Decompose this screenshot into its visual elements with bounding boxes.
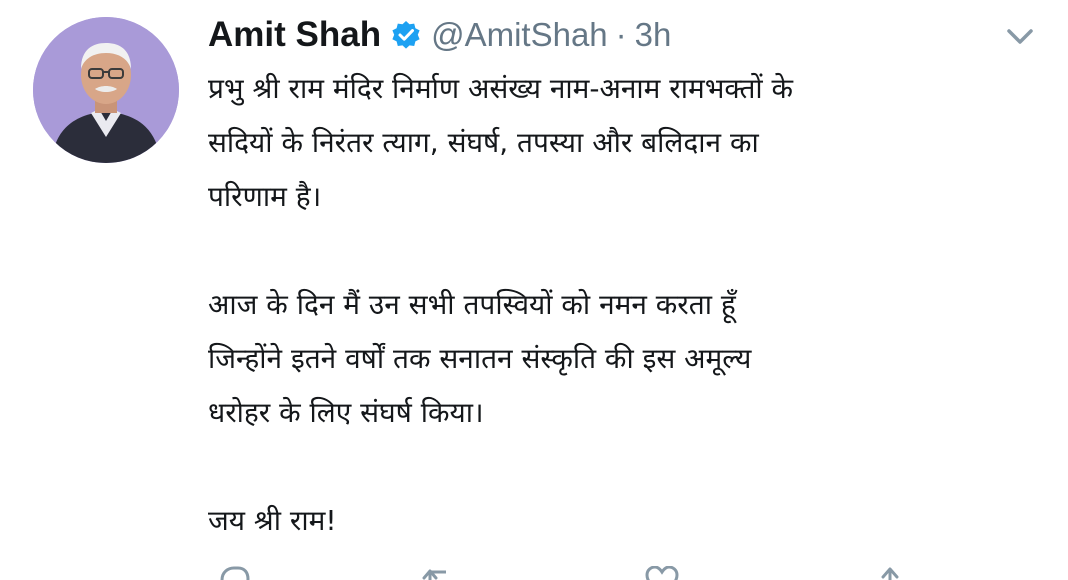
like-icon[interactable] [644, 565, 680, 580]
author-display-name[interactable]: Amit Shah [208, 15, 381, 55]
share-icon[interactable] [872, 566, 908, 580]
avatar-photo [33, 17, 179, 163]
tweet-paragraph: जय श्री राम! [208, 504, 337, 537]
reply-icon[interactable] [216, 566, 252, 580]
author-handle[interactable]: @AmitShah [431, 16, 608, 54]
author-avatar[interactable] [33, 17, 179, 163]
verified-badge-icon [391, 20, 421, 50]
chevron-down-icon[interactable] [1003, 24, 1037, 48]
tweet-paragraph: प्रभु श्री राम मंदिर निर्माण असंख्य नाम-… [208, 72, 794, 213]
tweet-timestamp[interactable]: 3h [635, 16, 672, 54]
retweet-icon[interactable] [422, 566, 458, 580]
header-separator: · [615, 16, 627, 53]
tweet-actions [208, 565, 968, 580]
tweet-header: Amit Shah @AmitShah · 3h [208, 10, 671, 60]
tweet-text: प्रभु श्री राम मंदिर निर्माण असंख्य नाम-… [208, 62, 1038, 548]
tweet-paragraph: आज के दिन मैं उन सभी तपस्वियों को नमन कर… [208, 288, 752, 429]
tweet-card[interactable]: Amit Shah @AmitShah · 3h प्रभु श्री राम … [0, 0, 1068, 580]
